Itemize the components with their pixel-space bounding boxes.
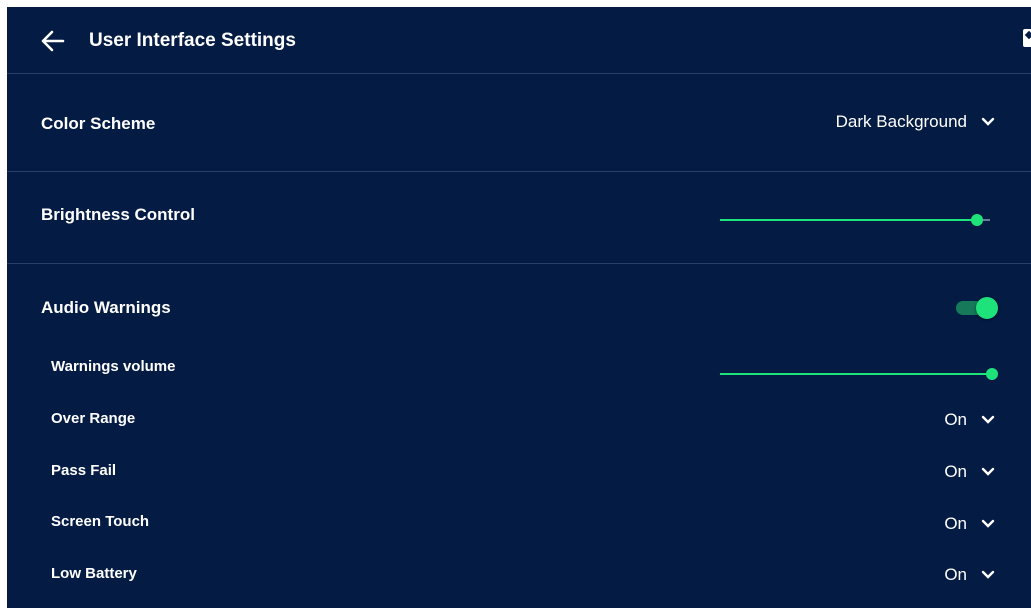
chevron-down-icon — [981, 570, 995, 579]
slider-thumb[interactable] — [970, 214, 983, 226]
pass-fail-value: On — [944, 462, 967, 481]
toggle-knob — [976, 297, 998, 319]
color-scheme-value: Dark Background — [835, 112, 967, 131]
chevron-down-icon — [981, 519, 995, 528]
arrow-left-icon — [41, 30, 65, 52]
pass-fail-label: Pass Fail — [51, 462, 117, 479]
brightness-label: Brightness Control — [41, 205, 195, 224]
over-range-label: Over Range — [51, 410, 136, 427]
over-range-value: On — [944, 410, 967, 429]
slider-fill — [720, 373, 992, 375]
warnings-volume-slider[interactable] — [720, 368, 998, 380]
chevron-down-icon — [981, 117, 995, 126]
pass-fail-select[interactable]: On — [944, 462, 995, 482]
settings-panel: User Interface Settings Color Scheme Dar… — [7, 7, 1031, 608]
audio-warnings-section: Audio Warnings Warnings volume Over Rang… — [7, 264, 1031, 608]
back-button[interactable] — [39, 28, 67, 54]
audio-warnings-toggle[interactable] — [956, 297, 998, 319]
brightness-slider[interactable] — [720, 214, 990, 226]
app-icon[interactable] — [1023, 29, 1031, 47]
color-scheme-select[interactable]: Dark Background — [836, 112, 995, 132]
low-battery-label: Low Battery — [51, 565, 137, 582]
brightness-row: Brightness Control — [7, 172, 1031, 264]
header-bar: User Interface Settings — [7, 7, 1031, 74]
chevron-down-icon — [981, 415, 995, 424]
over-range-select[interactable]: On — [944, 410, 995, 430]
color-scheme-label: Color Scheme — [41, 114, 156, 133]
low-battery-select[interactable]: On — [944, 565, 995, 585]
screen-touch-value: On — [944, 514, 967, 533]
low-battery-value: On — [944, 565, 967, 584]
slider-fill — [720, 219, 977, 221]
color-scheme-row: Color Scheme Dark Background — [7, 74, 1031, 172]
chevron-down-icon — [981, 467, 995, 476]
page-title: User Interface Settings — [89, 30, 296, 51]
slider-thumb[interactable] — [986, 368, 998, 380]
screen-touch-label: Screen Touch — [51, 513, 150, 530]
audio-warnings-label: Audio Warnings — [41, 298, 171, 317]
screen-touch-select[interactable]: On — [944, 514, 995, 534]
warnings-volume-label: Warnings volume — [51, 358, 176, 375]
